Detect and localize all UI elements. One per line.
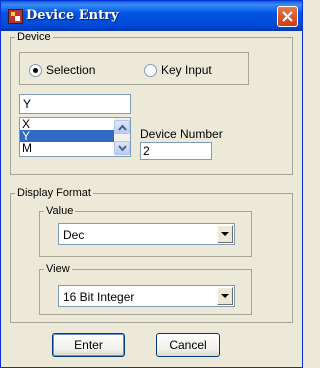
close-icon xyxy=(282,11,293,22)
value-dropdown-button[interactable] xyxy=(217,225,233,243)
device-number-field[interactable]: 2 xyxy=(140,142,212,160)
value-dropdown-text: Dec xyxy=(63,228,85,242)
device-number-label: Device Number xyxy=(140,127,223,141)
display-format-legend: Display Format xyxy=(17,187,91,199)
scroll-up-button[interactable] xyxy=(114,120,130,134)
chevron-down-icon xyxy=(118,145,127,152)
enter-button[interactable]: Enter xyxy=(52,333,125,357)
device-listbox[interactable]: X Y M xyxy=(19,117,131,157)
device-text-field[interactable]: Y xyxy=(19,94,131,114)
device-app-icon xyxy=(8,9,23,24)
view-group-legend: View xyxy=(46,263,70,275)
close-button[interactable] xyxy=(277,6,298,27)
list-item[interactable]: M xyxy=(20,142,114,154)
dropdown-arrow-icon xyxy=(221,232,229,236)
title-bar[interactable]: Device Entry xyxy=(1,1,302,31)
window-title: Device Entry xyxy=(26,8,119,23)
selection-radio-label[interactable]: Selection xyxy=(46,63,95,77)
list-scrollbar[interactable] xyxy=(114,118,130,156)
selection-radio[interactable] xyxy=(29,64,42,77)
device-group-legend: Device xyxy=(17,31,51,43)
value-dropdown[interactable]: Dec xyxy=(58,223,235,245)
cancel-button[interactable]: Cancel xyxy=(156,333,220,357)
view-dropdown-text: 16 Bit Integer xyxy=(63,290,135,304)
view-dropdown[interactable]: 16 Bit Integer xyxy=(58,285,235,307)
chevron-up-icon xyxy=(118,124,127,131)
list-item-selected[interactable]: Y xyxy=(20,130,114,142)
scroll-down-button[interactable] xyxy=(114,141,130,155)
dropdown-arrow-icon xyxy=(221,294,229,298)
key-input-radio[interactable] xyxy=(144,64,157,77)
device-entry-dialog: Device Entry Device Selection Key Input … xyxy=(0,0,303,368)
view-dropdown-button[interactable] xyxy=(217,287,233,305)
value-group-legend: Value xyxy=(46,205,74,217)
list-item[interactable]: X xyxy=(20,118,114,130)
key-input-radio-label[interactable]: Key Input xyxy=(161,63,212,77)
